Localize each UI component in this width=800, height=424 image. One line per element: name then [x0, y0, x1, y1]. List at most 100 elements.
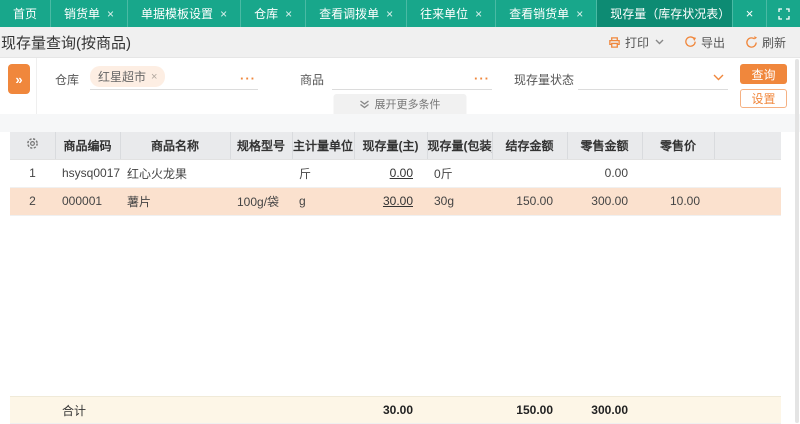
tab-close-icon[interactable]: × [107, 7, 114, 21]
tab-label: 查看调拨单 [319, 5, 379, 22]
column-header[interactable]: 规格型号 [230, 132, 292, 159]
title-bar: 现存量查询(按商品) 打印 导出 刷新 [0, 27, 800, 58]
totals-retail-amount: 300.00 [567, 397, 642, 424]
spacer-band [0, 114, 800, 132]
tab-close-icon[interactable]: × [386, 7, 393, 21]
toolbar-actions: 打印 导出 刷新 [608, 34, 786, 51]
cell-balance-amount: 150.00 [492, 187, 567, 215]
cell-balance-amount [492, 159, 567, 187]
table-row[interactable]: 2000001薯片100g/袋g30.0030g150.00300.0010.0… [10, 187, 781, 215]
column-header[interactable]: 现存量(包装) [427, 132, 492, 159]
tab-item[interactable]: 单据模板设置 × [128, 0, 241, 27]
tab-item[interactable]: 首页 [0, 0, 51, 27]
select-chevron-down-icon[interactable] [713, 74, 724, 81]
tab-item[interactable]: 往来单位 × [407, 0, 496, 27]
qty-main-link[interactable]: 30.00 [383, 194, 413, 208]
cell-spec: 100g/袋 [230, 187, 292, 215]
fullscreen-icon[interactable] [766, 0, 800, 27]
warehouse-input[interactable]: 红星超市 × ··· [90, 64, 258, 90]
refresh-label: 刷新 [762, 34, 786, 51]
close-tab-icon[interactable]: × [732, 0, 766, 27]
tag-remove-icon[interactable]: × [151, 71, 157, 83]
tab-label: 往来单位 [420, 5, 468, 22]
cell-retail-amount: 300.00 [567, 187, 642, 215]
cell-retail-amount: 0.00 [567, 159, 642, 187]
table-area: 商品编码商品名称规格型号主计量单位现存量(主)现存量(包装)结存金额零售金额零售… [0, 132, 800, 424]
settings-button[interactable]: 设置 [740, 89, 787, 108]
chevron-down-icon[interactable] [655, 39, 664, 45]
cell-retail-price [642, 159, 714, 187]
table-body: 1hsysq0017...红心火龙果斤0.000斤0.002000001薯片10… [10, 159, 781, 215]
tab-item[interactable]: 仓库× [241, 0, 306, 27]
tab-item[interactable]: 查看调拨单 × [306, 0, 407, 27]
cell-name: 红心火龙果 [120, 159, 230, 187]
totals-table: 合计 30.00 150.00 300.00 [10, 396, 781, 424]
totals-label: 合计 [55, 397, 120, 424]
cell-name: 薯片 [120, 187, 230, 215]
tab-item[interactable]: 查看销货单 × [496, 0, 597, 27]
cell-qty-pack: 30g [427, 187, 492, 215]
cell-qty-main: 30.00 [354, 187, 427, 215]
refresh-icon [745, 36, 758, 49]
tab-close-icon[interactable]: × [475, 7, 482, 21]
vertical-scrollbar[interactable] [795, 59, 799, 423]
cell-unit: 斤 [292, 159, 354, 187]
column-header[interactable]: 零售价 [642, 132, 714, 159]
column-header[interactable]: 商品名称 [120, 132, 230, 159]
qty-main-link[interactable]: 0.00 [390, 166, 413, 180]
status-select[interactable] [578, 64, 728, 90]
panel-divider [36, 58, 37, 114]
print-label: 打印 [625, 34, 649, 51]
tab-label: 现存量（库存状况表） [610, 5, 730, 22]
column-header[interactable]: 主计量单位 [292, 132, 354, 159]
cell-code: 000001 [55, 187, 120, 215]
cell-filler [714, 187, 781, 215]
tab-item[interactable]: 销货单 × [51, 0, 128, 27]
column-header[interactable]: 商品编码 [55, 132, 120, 159]
tab-active[interactable]: 现存量（库存状况表）× [597, 0, 732, 27]
double-chevron-down-icon [360, 100, 370, 109]
product-label: 商品 [300, 71, 324, 88]
printer-icon [608, 36, 621, 49]
cell-spec [230, 159, 292, 187]
cell-row-number: 2 [10, 187, 55, 215]
tab-close-icon[interactable]: × [220, 7, 227, 21]
refresh-button[interactable]: 刷新 [745, 34, 786, 51]
warehouse-tag-label: 红星超市 [98, 68, 146, 85]
expand-more-conditions[interactable]: 展开更多条件 [334, 94, 467, 114]
gear-icon [26, 137, 39, 150]
product-lookup-icon[interactable]: ··· [474, 71, 490, 86]
export-button[interactable]: 导出 [684, 34, 725, 51]
warehouse-tag: 红星超市 × [90, 66, 165, 87]
cell-code: hsysq0017... [55, 159, 120, 187]
totals-qty-main: 30.00 [354, 397, 427, 424]
table-row[interactable]: 1hsysq0017...红心火龙果斤0.000斤0.00 [10, 159, 781, 187]
tab-label: 单据模板设置 [141, 5, 213, 22]
tab-label: 查看销货单 [509, 5, 569, 22]
tab-label: 销货单 [64, 5, 100, 22]
cell-unit: g [292, 187, 354, 215]
column-header[interactable]: 结存金额 [492, 132, 567, 159]
column-header[interactable]: 现存量(主) [354, 132, 427, 159]
print-button[interactable]: 打印 [608, 34, 664, 51]
tab-close-icon[interactable]: × [285, 7, 292, 21]
tab-bar-tabs: 首页销货单×单据模板设置×仓库×查看调拨单×往来单位×查看销货单×现存量（库存状… [0, 0, 732, 27]
page-title: 现存量查询(按商品) [1, 32, 608, 53]
tab-bar: 首页销货单×单据模板设置×仓库×查看调拨单×往来单位×查看销货单×现存量（库存状… [0, 0, 800, 27]
column-header[interactable]: 零售金额 [567, 132, 642, 159]
product-input[interactable]: ··· [332, 64, 492, 90]
cell-row-number: 1 [10, 159, 55, 187]
filter-panel: » 仓库 红星超市 × ··· 商品 ··· 现存量状态 查询 设置 展开更多条… [0, 58, 800, 114]
collapse-panel-handle[interactable]: » [8, 64, 30, 94]
totals-row: 合计 30.00 150.00 300.00 [10, 397, 781, 424]
inventory-table: 商品编码商品名称规格型号主计量单位现存量(主)现存量(包装)结存金额零售金额零售… [10, 132, 781, 216]
query-button[interactable]: 查询 [740, 64, 787, 84]
cell-filler [714, 159, 781, 187]
export-label: 导出 [701, 34, 725, 51]
column-header-filler [714, 132, 781, 159]
column-settings-button[interactable] [10, 132, 55, 159]
tab-close-icon[interactable]: × [576, 7, 583, 21]
double-chevron-right-icon: » [15, 72, 22, 87]
tab-label: 首页 [13, 5, 37, 22]
warehouse-lookup-icon[interactable]: ··· [240, 71, 256, 86]
